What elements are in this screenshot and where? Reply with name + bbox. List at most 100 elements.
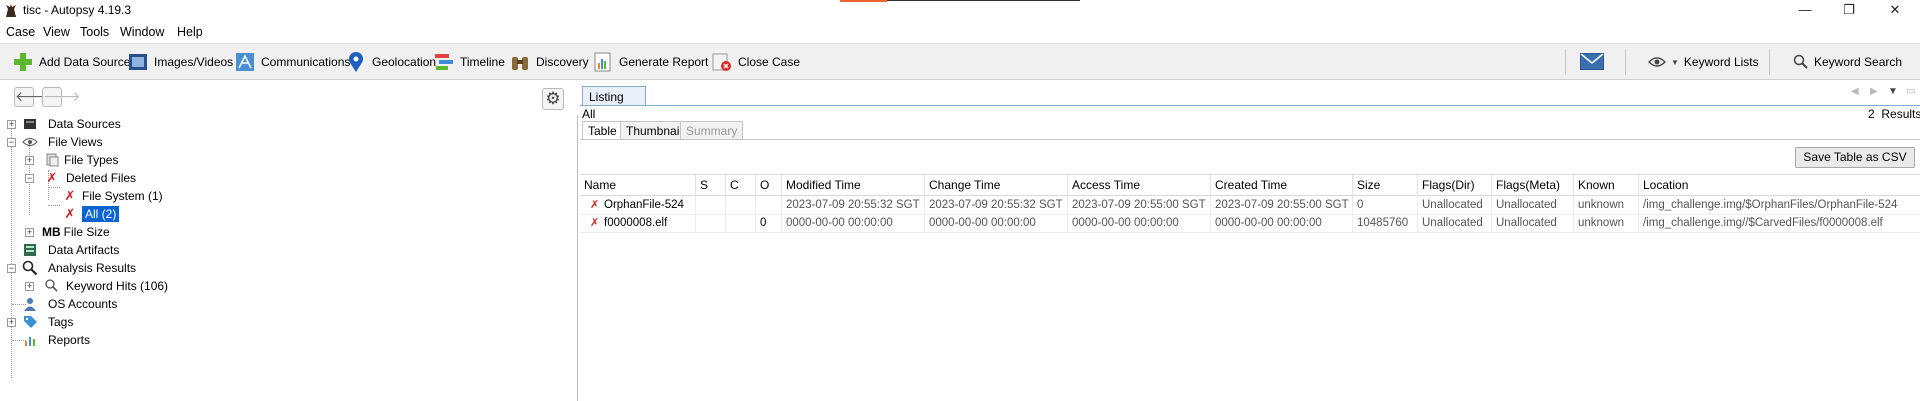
mail-icon[interactable] (1580, 53, 1604, 70)
expand-toggle[interactable]: + (7, 120, 16, 129)
close-window-button[interactable]: ✕ (1872, 0, 1918, 22)
cell-o (756, 197, 782, 215)
gear-icon[interactable]: ⚙ (542, 88, 564, 110)
column-header-o[interactable]: O (756, 175, 782, 197)
next-arrow-icon[interactable]: ▶ (1870, 86, 1878, 97)
column-header-name[interactable]: Name (580, 175, 696, 197)
expand-toggle[interactable]: + (25, 228, 34, 237)
results-label: Results (1881, 107, 1920, 121)
discovery-label: Discovery (536, 55, 589, 69)
dropdown-arrow-icon[interactable]: ▼ (1888, 86, 1898, 97)
save-table-csv-button[interactable]: Save Table as CSV (1795, 147, 1915, 168)
geolocation-button[interactable]: Geolocation (345, 49, 436, 75)
add-data-source-button[interactable]: Add Data Source (12, 49, 130, 75)
cell-modified-time: 2023-07-09 20:55:32 SGT (782, 197, 925, 215)
maximize-icon[interactable]: ▭ (1906, 86, 1915, 97)
tree-item-data-artifacts[interactable]: Data Artifacts (22, 241, 119, 259)
results-count: 2 Results (1868, 107, 1920, 121)
tree-item-os-accounts[interactable]: OS Accounts (22, 295, 117, 313)
table-row[interactable]: ✗ f0000008.elf 0 0000-00-00 00:00:00 0000… (580, 215, 1920, 233)
keyword-lists-label: Keyword Lists (1683, 55, 1759, 69)
user-account-icon (24, 298, 36, 311)
generate-report-button[interactable]: Generate Report (592, 49, 708, 75)
cell-change-time: 0000-00-00 00:00:00 (925, 215, 1068, 233)
column-header-known[interactable]: Known (1574, 175, 1639, 197)
close-case-button[interactable]: Close Case (711, 49, 800, 75)
column-header-c[interactable]: C (726, 175, 756, 197)
deleted-file-icon: ✗ (590, 199, 600, 211)
tab-summary[interactable]: Summary (680, 121, 744, 139)
tag-icon (24, 316, 37, 328)
collapse-toggle[interactable]: − (25, 174, 34, 183)
cell-change-time: 2023-07-09 20:55:32 SGT (925, 197, 1068, 215)
menu-help[interactable]: Help (177, 25, 203, 39)
expand-toggle[interactable]: + (7, 318, 16, 327)
discovery-button[interactable]: Discovery (509, 49, 589, 75)
title-accent-line (887, 0, 1080, 1)
menu-window[interactable]: Window (120, 25, 164, 39)
column-header-created-time[interactable]: Created Time (1211, 175, 1353, 197)
images-videos-button[interactable]: Images/Videos (127, 49, 233, 75)
film-icon (129, 54, 147, 70)
column-header-flags-meta[interactable]: Flags(Meta) (1492, 175, 1574, 197)
tree-item-file-types[interactable]: File Types (44, 151, 118, 169)
cell-s (696, 215, 726, 233)
previous-arrow-icon[interactable]: ◀ (1851, 86, 1859, 97)
timeline-icon (435, 54, 453, 70)
tree-item-reports[interactable]: Reports (22, 331, 90, 349)
tree-item-deleted-files[interactable]: ✗ Deleted Files (44, 169, 136, 187)
communications-icon (236, 53, 254, 71)
cell-flags-meta: Unallocated (1492, 215, 1574, 233)
tree-item-file-size[interactable]: MB File Size (42, 223, 110, 241)
table-header: Name S C O Modified Time Change Time Acc… (580, 174, 1920, 197)
tree-item-keyword-hits[interactable]: Keyword Hits (106) (44, 277, 168, 295)
tree-item-analysis-results[interactable]: Analysis Results (22, 259, 136, 277)
column-header-change-time[interactable]: Change Time (925, 175, 1068, 197)
tree-item-data-sources[interactable]: Data Sources (22, 115, 121, 133)
tree-item-all[interactable]: ✗ All (2) (62, 205, 120, 223)
subtab-divider (580, 139, 1920, 140)
menu-case[interactable]: Case (6, 25, 35, 39)
tree-item-label: File Types (64, 153, 119, 167)
menu-view[interactable]: View (43, 25, 70, 39)
collapse-toggle[interactable]: − (7, 138, 16, 147)
report-icon (594, 52, 611, 72)
restore-button[interactable]: ❐ (1826, 0, 1872, 22)
mb-icon: MB (42, 225, 61, 239)
tree-guide (48, 187, 60, 188)
table-row[interactable]: ✗ OrphanFile-524 2023-07-09 20:55:32 SGT … (580, 197, 1920, 215)
title-bar: tisc - Autopsy 4.19.3 — ❐ ✕ (0, 0, 1920, 22)
menu-tools[interactable]: Tools (80, 25, 109, 39)
cell-created-time: 0000-00-00 00:00:00 (1211, 215, 1353, 233)
cell-s (696, 197, 726, 215)
communications-button[interactable]: Communications (234, 49, 350, 75)
add-data-source-label: Add Data Source (39, 55, 131, 69)
tree-item-label: OS Accounts (48, 297, 118, 311)
tree-item-label: Keyword Hits (106) (66, 279, 169, 293)
column-header-size[interactable]: Size (1353, 175, 1418, 197)
tree-item-label: File System (1) (82, 189, 163, 203)
tab-listing[interactable]: Listing (582, 86, 646, 106)
collapse-toggle[interactable]: − (7, 264, 16, 273)
tree-item-label: Data Sources (48, 117, 121, 131)
expand-toggle[interactable]: + (25, 282, 34, 291)
back-arrow-icon[interactable]: 🡐 (14, 87, 53, 107)
tab-table[interactable]: Table (582, 121, 623, 139)
column-header-s[interactable]: S (696, 175, 726, 197)
tree-item-file-views[interactable]: File Views (22, 133, 102, 151)
minimize-button[interactable]: — (1782, 0, 1828, 22)
keyword-lists-button[interactable]: ▼ Keyword Lists (1648, 49, 1759, 75)
column-header-flags-dir[interactable]: Flags(Dir) (1418, 175, 1492, 197)
tab-thumbnail[interactable]: Thumbnail (620, 121, 689, 139)
timeline-button[interactable]: Timeline (433, 49, 505, 75)
cell-name: ✗ f0000008.elf (580, 215, 696, 233)
column-header-location[interactable]: Location (1639, 175, 1920, 197)
tree-item-tags[interactable]: Tags (22, 313, 73, 331)
tree-item-file-system[interactable]: ✗ File System (1) (62, 187, 163, 205)
column-header-modified-time[interactable]: Modified Time (782, 175, 925, 197)
expand-toggle[interactable]: + (25, 156, 34, 165)
forward-arrow-icon[interactable]: 🡒 (42, 87, 81, 107)
column-header-access-time[interactable]: Access Time (1068, 175, 1211, 197)
toolbar: Add Data Source Images/Videos Communicat… (0, 43, 1920, 80)
keyword-search-button[interactable]: Keyword Search (1793, 49, 1902, 75)
